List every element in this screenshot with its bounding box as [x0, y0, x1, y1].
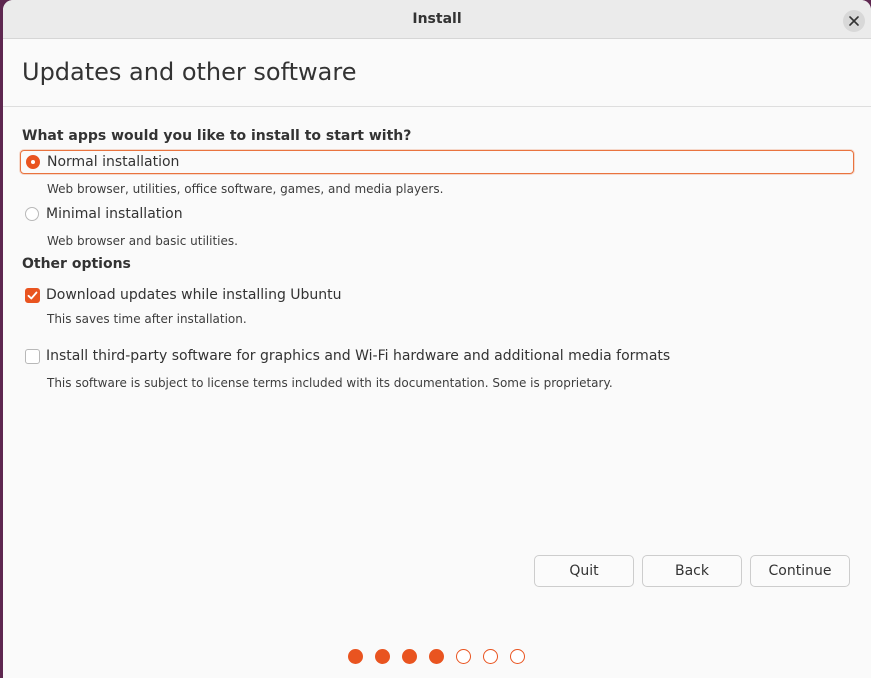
minimal-installation-label[interactable]: Minimal installation [46, 206, 183, 222]
checkbox-checked[interactable] [25, 287, 40, 303]
minimal-installation-radio[interactable]: Minimal installation [20, 203, 183, 225]
radio-button-selected[interactable] [26, 155, 40, 169]
checkmark-icon [27, 291, 38, 299]
progress-dot-complete [402, 649, 417, 664]
header-divider [3, 106, 871, 107]
progress-dot-pending [456, 649, 471, 664]
quit-button[interactable]: Quit [534, 555, 634, 587]
normal-installation-label[interactable]: Normal installation [47, 154, 179, 170]
minimal-installation-description: Web browser and basic utilities. [47, 234, 238, 248]
close-icon [849, 16, 859, 26]
checkbox-unchecked[interactable] [25, 348, 40, 364]
back-button[interactable]: Back [642, 555, 742, 587]
normal-installation-radio[interactable]: Normal installation [20, 150, 854, 174]
radio-button-unselected[interactable] [25, 207, 39, 221]
installer-window: Install Updates and other software What … [3, 0, 871, 678]
progress-dot-pending [510, 649, 525, 664]
third-party-software-description: This software is subject to license term… [47, 376, 613, 390]
page-title: Updates and other software [22, 58, 357, 86]
normal-installation-description: Web browser, utilities, office software,… [47, 182, 444, 196]
download-updates-label[interactable]: Download updates while installing Ubuntu [46, 287, 342, 303]
window-title: Install [412, 11, 462, 27]
download-updates-description: This saves time after installation. [47, 312, 247, 326]
progress-indicator [348, 649, 537, 664]
progress-dot-complete [375, 649, 390, 664]
close-button[interactable] [843, 10, 865, 32]
install-type-heading: What apps would you like to install to s… [22, 128, 412, 144]
progress-dot-complete [429, 649, 444, 664]
progress-dot-pending [483, 649, 498, 664]
other-options-heading: Other options [22, 256, 131, 272]
third-party-software-label[interactable]: Install third-party software for graphic… [46, 348, 670, 364]
continue-button[interactable]: Continue [750, 555, 850, 587]
title-bar: Install [3, 0, 871, 39]
progress-dot-complete [348, 649, 363, 664]
third-party-software-checkbox[interactable]: Install third-party software for graphic… [20, 345, 670, 367]
download-updates-checkbox[interactable]: Download updates while installing Ubuntu [20, 284, 342, 306]
